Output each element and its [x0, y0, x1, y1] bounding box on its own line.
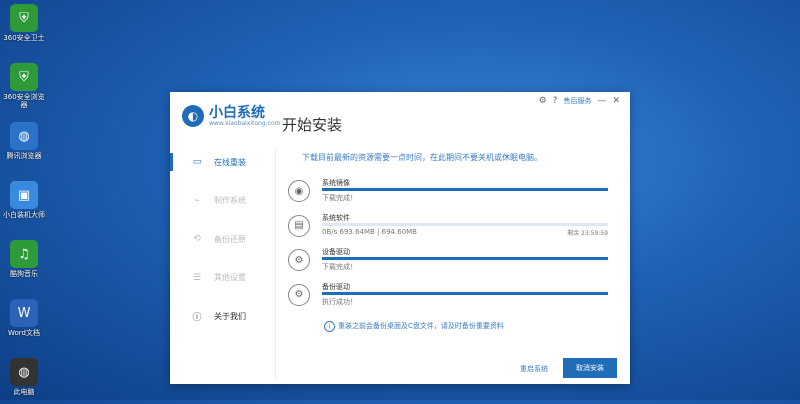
page-title: 开始安装: [282, 116, 343, 134]
sidebar-item[interactable]: ⟲ 备份还原: [170, 228, 275, 250]
desktop-icon-label: 此电脑: [13, 388, 35, 396]
window-controls: ⚙ ? 售后服务 — ✕: [539, 96, 620, 106]
sidebar-item[interactable]: ⌁ 制作系统: [170, 190, 275, 212]
desktop-icon[interactable]: ⛨ 360安全浏览器: [2, 63, 46, 109]
task-name: 系统软件: [322, 213, 350, 222]
download-notice: 下载目前最新的资源需要一点时间，在此期间不要关机或休眠电脑。: [302, 153, 542, 162]
desktop-icon-label: 腾讯浏览器: [6, 152, 42, 160]
settings-icon: ☰: [192, 272, 202, 283]
sidebar-item-label: 其他设置: [214, 273, 246, 282]
desktop-icon[interactable]: ⛨ 360安全卫士: [2, 4, 46, 50]
info-icon: ⓘ: [192, 312, 202, 323]
gear-icon: ⚙: [288, 283, 310, 306]
task-progress-fill: [322, 291, 608, 295]
desktop-icon[interactable]: ♫ 酷狗音乐: [2, 240, 46, 286]
restart-system-link[interactable]: 重启系统: [520, 364, 548, 374]
desktop-icon-label: 360安全卫士: [3, 34, 45, 42]
task-name: 系统镜像: [322, 179, 350, 187]
desktop-icon[interactable]: ▣ 小白装机大师: [2, 181, 46, 227]
task-progress-fill: [322, 257, 608, 260]
desktop-icon[interactable]: W Word文档: [2, 299, 46, 345]
backup-tip-text: 重装之前会备份桌面及C盘文件，请及时备份重要资料: [338, 322, 504, 330]
disc-icon: ◉: [288, 180, 310, 202]
task-status: 执行成功！: [322, 297, 357, 306]
feedback-link[interactable]: 售后服务: [563, 96, 591, 106]
download-task: ⚙ 备份驱动执行成功！: [288, 280, 618, 316]
sidebar-item[interactable]: ⓘ 关于我们: [170, 305, 275, 327]
desktop-icon[interactable]: ◍ 此电脑: [2, 358, 46, 404]
task-status: 下载完成！: [322, 263, 357, 271]
sidebar-item[interactable]: ☰ 其他设置: [170, 267, 275, 289]
sidebar-item-label: 备份还原: [214, 234, 246, 244]
download-task: ▤ 系统软件 0B/s 693.64MB | 694.60MB 剩余 23:59:59: [288, 211, 618, 247]
desktop-icon-label: 酷狗音乐: [10, 270, 38, 278]
task-progress-fill: [322, 188, 608, 191]
cancel-install-button[interactable]: 取消安装: [563, 358, 617, 378]
install-content: 下载目前最新的资源需要一点时间，在此期间不要关机或休眠电脑。 ◉ 系统镜像下载完成…: [288, 148, 618, 378]
help-icon[interactable]: ?: [553, 96, 558, 106]
task-name: 备份驱动: [322, 282, 350, 291]
shield-icon: ⛨: [10, 63, 38, 91]
task-progress-bar: [322, 188, 608, 191]
task-progress-bar: [322, 257, 608, 260]
backup-icon: ⟲: [193, 234, 201, 244]
sidebar-item[interactable]: ▭ 在线重装: [170, 151, 275, 173]
task-remaining: 剩余 23:59:59: [567, 229, 608, 237]
download-task: ⚙ 设备驱动下载完成！: [288, 245, 618, 281]
close-button[interactable]: ✕: [612, 96, 620, 106]
task-progress-bar: [322, 222, 608, 226]
info-icon: i: [324, 321, 335, 332]
backup-tip: i 重装之前会备份桌面及C盘文件，请及时备份重要资料: [324, 321, 504, 332]
app-logo-icon: ◐: [182, 105, 204, 127]
gear-icon: ⚙: [288, 249, 310, 271]
music-icon: ♫: [10, 240, 38, 268]
desktop-icon-label: 小白装机大师: [3, 211, 45, 219]
app-icon: ▣: [10, 181, 38, 209]
monitor-icon: ▭: [192, 157, 202, 167]
window-header: ◐ 小白系统 www.xiaobaixitong.com 开始安装 ⚙ ? 售后…: [170, 92, 630, 138]
sidebar-item-label: 制作系统: [214, 196, 246, 205]
sidebar-item-label: 关于我们: [214, 311, 246, 321]
installer-window: ◐ 小白系统 www.xiaobaixitong.com 开始安装 ⚙ ? 售后…: [170, 92, 630, 384]
task-status: 下载完成！: [322, 194, 357, 202]
usb-icon: ⌁: [194, 195, 200, 206]
desktop-icon-label: Word文档: [8, 329, 40, 337]
download-task: ◉ 系统镜像下载完成！: [288, 176, 618, 212]
folder-icon: ▤: [288, 214, 310, 237]
brand-url: www.xiaobaixitong.com: [209, 120, 281, 127]
minimize-button[interactable]: —: [597, 96, 606, 106]
sidebar-item-label: 在线重装: [214, 157, 246, 167]
globe-icon: ◍: [10, 358, 38, 386]
desktop-icon[interactable]: ◍ 腾讯浏览器: [2, 122, 46, 168]
desktop-icon-label: 360安全浏览器: [3, 93, 45, 109]
globe-icon: ◍: [10, 122, 38, 150]
settings-icon[interactable]: ⚙: [539, 96, 547, 106]
sidebar-nav: ▭ 在线重装 ⌁ 制作系统 ⟲ 备份还原 ☰ 其他设置 ⓘ 关于我们: [170, 148, 276, 378]
task-progress-bar: [322, 291, 608, 295]
task-name: 设备驱动: [322, 248, 350, 256]
shield-icon: ⛨: [10, 4, 38, 32]
document-icon: W: [10, 299, 38, 327]
brand-name: 小白系统: [209, 105, 265, 121]
task-status: 0B/s 693.64MB | 694.60MB: [322, 227, 417, 236]
